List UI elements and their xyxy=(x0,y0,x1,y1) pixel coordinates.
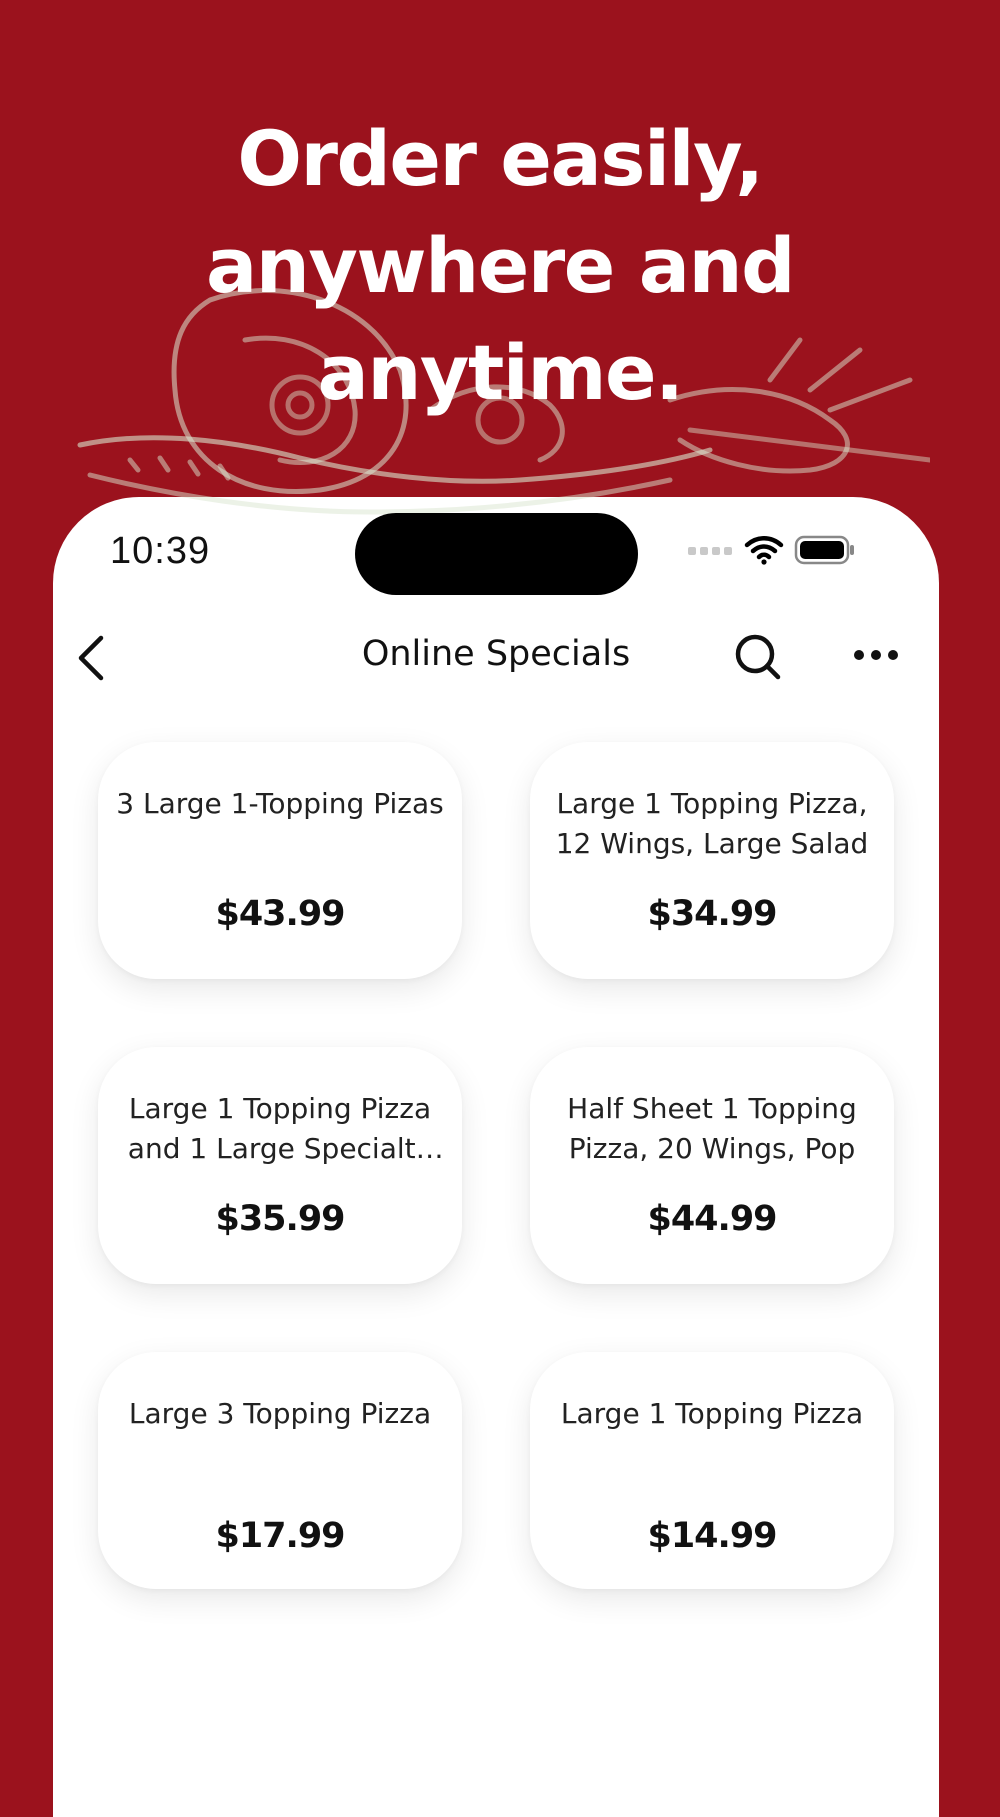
special-name: Large 3 Topping Pizza xyxy=(128,1397,432,1430)
promo-headline: Order easily, anywhere and anytime. xyxy=(0,105,1000,426)
specials-grid: 3 Large 1-Topping Pizas $43.99 Large 1 T… xyxy=(98,742,894,1589)
headline-line-2: anywhere and xyxy=(205,221,796,310)
special-price: $34.99 xyxy=(647,894,777,934)
dynamic-island xyxy=(355,513,638,595)
special-card[interactable]: Large 1 Topping Pizza and 1 Large Specia… xyxy=(98,1047,462,1284)
signal-icon xyxy=(688,547,732,555)
special-name: 3 Large 1-Topping Pizas xyxy=(116,787,444,820)
special-card[interactable]: Large 1 Topping Pizza, 12 Wings, Large S… xyxy=(530,742,894,979)
special-card[interactable]: Large 3 Topping Pizza $17.99 xyxy=(98,1352,462,1589)
special-price: $14.99 xyxy=(647,1516,777,1556)
navigation-bar: Online Specials xyxy=(53,620,939,696)
headline-line-1: Order easily, xyxy=(237,114,764,203)
special-name: Large 1 Topping Pizza and 1 Large Specia… xyxy=(127,1092,433,1165)
page-title: Online Specials xyxy=(361,634,631,674)
search-icon[interactable] xyxy=(733,632,783,682)
special-card[interactable]: 3 Large 1-Topping Pizas $43.99 xyxy=(98,742,462,979)
special-price: $17.99 xyxy=(215,1516,345,1556)
status-bar-icons xyxy=(688,535,856,565)
wifi-icon xyxy=(744,536,784,565)
special-card[interactable]: Large 1 Topping Pizza $14.99 xyxy=(530,1352,894,1589)
more-icon[interactable] xyxy=(853,640,899,670)
special-card[interactable]: Half Sheet 1 Topping Pizza, 20 Wings, Po… xyxy=(530,1047,894,1284)
battery-icon xyxy=(794,535,854,565)
special-price: $35.99 xyxy=(215,1199,345,1239)
headline-line-3: anytime. xyxy=(317,328,684,417)
special-name: Large 1 Topping Pizza, 12 Wings, Large S… xyxy=(555,787,869,860)
special-price: $44.99 xyxy=(647,1199,777,1239)
special-price: $43.99 xyxy=(215,894,345,934)
special-name: Half Sheet 1 Topping Pizza, 20 Wings, Po… xyxy=(567,1092,857,1165)
special-name: Large 1 Topping Pizza xyxy=(560,1397,864,1430)
status-bar-time: 10:39 xyxy=(110,530,211,572)
